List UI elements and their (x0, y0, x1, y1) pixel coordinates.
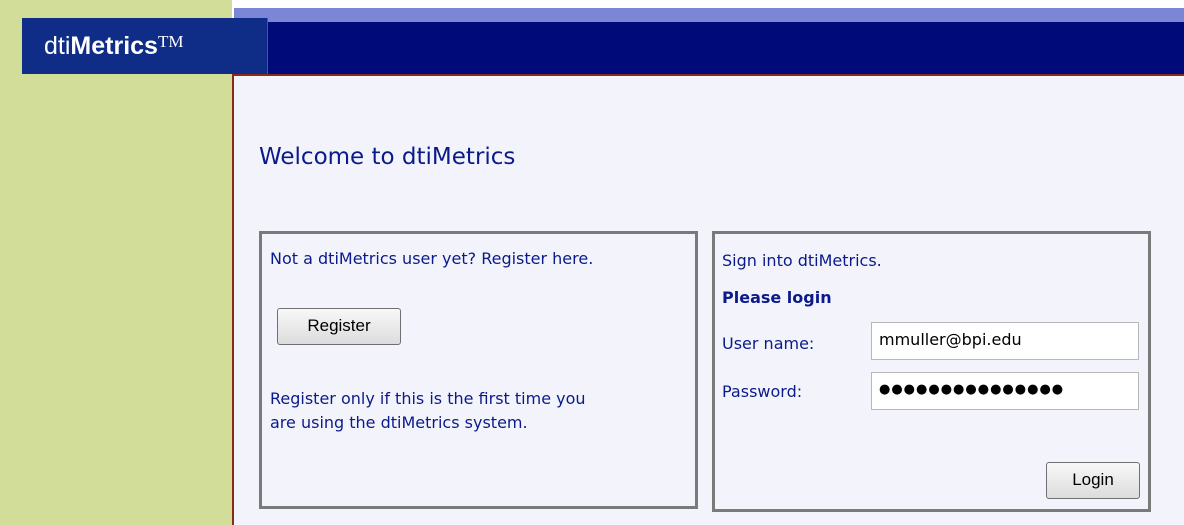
register-button[interactable]: Register (277, 308, 401, 345)
header-bar (232, 22, 1184, 76)
page-title: Welcome to dtiMetrics (259, 144, 516, 170)
logo-bold-text: Metrics (70, 32, 158, 60)
register-panel (259, 231, 698, 509)
login-intro-text: Sign into dtiMetrics. (722, 251, 882, 270)
header-accent-strip (234, 8, 1184, 22)
login-heading: Please login (722, 288, 832, 307)
username-label: User name: (722, 334, 815, 353)
password-field[interactable]: ●●●●●●●●●●●●●●● (871, 372, 1139, 410)
username-field[interactable]: mmuller@bpi.edu (871, 322, 1139, 360)
top-white-margin (232, 0, 1184, 8)
app-logo: dtiMetricsTM (22, 18, 268, 74)
left-sidebar (0, 0, 232, 525)
login-button[interactable]: Login (1046, 462, 1140, 499)
password-label: Password: (722, 382, 803, 401)
logo-trademark: TM (157, 32, 184, 51)
register-note-line2: are using the dtiMetrics system. (270, 413, 528, 432)
register-note-line1: Register only if this is the first time … (270, 389, 586, 408)
register-intro-text: Not a dtiMetrics user yet? Register here… (270, 249, 594, 268)
logo-light-text: dti (44, 32, 71, 60)
